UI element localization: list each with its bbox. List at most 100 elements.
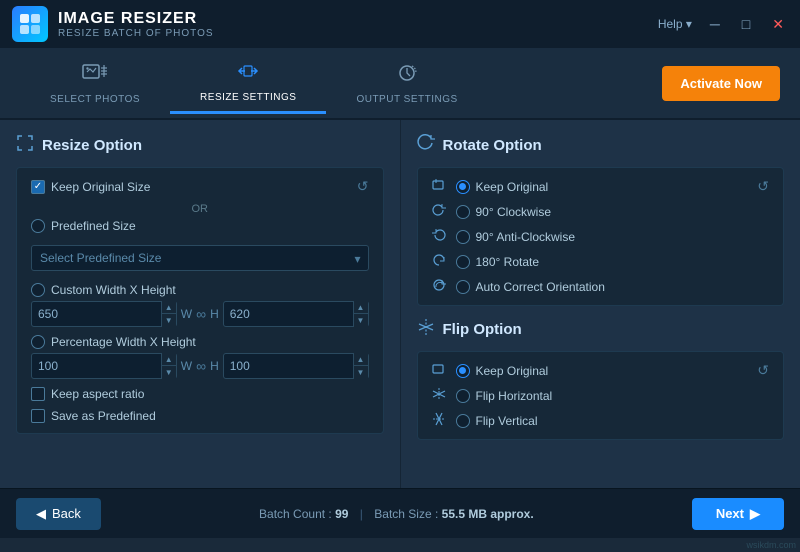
custom-width-input[interactable]	[32, 307, 161, 321]
flip-horizontal-radio[interactable]	[456, 389, 470, 403]
rotate-keep-original-row: Keep Original ↺	[432, 178, 770, 195]
custom-height-down[interactable]: ▼	[354, 314, 368, 327]
app-subtitle: RESIZE BATCH OF PHOTOS	[58, 28, 658, 39]
pct-width-up[interactable]: ▲	[162, 353, 176, 366]
pct-height-up[interactable]: ▲	[354, 353, 368, 366]
pct-width-input[interactable]	[32, 359, 161, 373]
rotate-180-radio[interactable]	[456, 255, 470, 269]
keep-original-size-checkbox[interactable]	[31, 180, 45, 194]
rotate-auto-row: Auto Correct Orientation	[432, 278, 770, 295]
title-bar-controls: Help ▾ ─ □ ✕	[658, 14, 788, 35]
pct-height-input[interactable]	[224, 359, 353, 373]
rotate-keep-original-icon	[432, 178, 450, 195]
rotate-keep-original-radio[interactable]	[456, 180, 470, 194]
next-button[interactable]: Next ▶	[692, 498, 784, 530]
save-predefined-label: Save as Predefined	[51, 409, 156, 423]
tab-output-settings-label: OUTPUT SETTINGS	[356, 94, 457, 105]
back-button[interactable]: ◀ Back	[16, 498, 101, 530]
custom-infinity-symbol: ∞	[196, 306, 206, 322]
custom-width-down[interactable]: ▼	[162, 314, 176, 327]
flip-keep-original-label: Keep Original	[476, 364, 549, 378]
rotate-90acw-radio[interactable]	[456, 230, 470, 244]
percentage-wh-label: Percentage Width X Height	[51, 335, 196, 349]
save-predefined-checkbox[interactable]	[31, 409, 45, 423]
title-bar: IMAGE RESIZER RESIZE BATCH OF PHOTOS Hel…	[0, 0, 800, 48]
rotate-90cw-radio[interactable]	[456, 205, 470, 219]
output-settings-icon	[394, 62, 420, 90]
rotate-auto-radio[interactable]	[456, 280, 470, 294]
rotate-90acw-label: 90° Anti-Clockwise	[476, 230, 576, 244]
rotate-90cw-label: 90° Clockwise	[476, 205, 552, 219]
watermark: wsikdm.com	[746, 540, 796, 550]
predefined-size-row: Predefined Size	[31, 219, 369, 233]
custom-w-label: W	[181, 307, 192, 321]
custom-width-spinners: ▲ ▼	[161, 301, 176, 327]
app-logo	[12, 6, 48, 42]
keep-aspect-ratio-checkbox[interactable]	[31, 387, 45, 401]
nav-bar: SELECT PHOTOS RESIZE SETTINGS OUTPUT SET…	[0, 48, 800, 120]
predefined-size-select-wrapper: Select Predefined Size	[31, 241, 369, 277]
tab-output-settings[interactable]: OUTPUT SETTINGS	[326, 54, 487, 113]
rotate-90acw-icon	[432, 228, 450, 245]
back-arrow-icon: ◀	[36, 506, 46, 522]
flip-horizontal-row: Flip Horizontal	[432, 387, 770, 404]
tab-resize-settings[interactable]: RESIZE SETTINGS	[170, 52, 326, 114]
predefined-size-radio[interactable]	[31, 219, 45, 233]
help-menu[interactable]: Help ▾	[658, 17, 692, 31]
custom-wh-radio[interactable]	[31, 283, 45, 297]
percentage-wh-inputs: ▲ ▼ W ∞ H ▲ ▼	[31, 353, 369, 379]
rotate-180-row: 180° Rotate	[432, 253, 770, 270]
maximize-button[interactable]: □	[738, 14, 754, 34]
custom-width-input-wrap: ▲ ▼	[31, 301, 177, 327]
tab-resize-settings-label: RESIZE SETTINGS	[200, 92, 296, 103]
custom-h-label: H	[210, 307, 219, 321]
predefined-size-select[interactable]: Select Predefined Size	[31, 245, 369, 271]
flip-keep-original-icon	[432, 362, 450, 379]
bottom-bar: ◀ Back Batch Count : 99 | Batch Size : 5…	[0, 488, 800, 538]
resize-option-icon	[16, 134, 34, 157]
predefined-size-label: Predefined Size	[51, 219, 136, 233]
flip-keep-original-radio[interactable]	[456, 364, 470, 378]
flip-horizontal-icon	[432, 387, 450, 404]
resize-settings-icon	[235, 60, 261, 88]
pct-height-down[interactable]: ▼	[354, 366, 368, 379]
pct-width-down[interactable]: ▼	[162, 366, 176, 379]
flip-option-heading: Flip Option	[443, 321, 522, 338]
percentage-wh-radio[interactable]	[31, 335, 45, 349]
resize-reset-icon[interactable]: ↺	[357, 178, 369, 195]
batch-size-value: 55.5 MB approx.	[442, 507, 534, 521]
keep-original-size-label: Keep Original Size	[51, 180, 150, 194]
flip-horizontal-label: Flip Horizontal	[476, 389, 553, 403]
app-title-group: IMAGE RESIZER RESIZE BATCH OF PHOTOS	[58, 10, 658, 39]
custom-height-up[interactable]: ▲	[354, 301, 368, 314]
activate-now-button[interactable]: Activate Now	[662, 66, 780, 101]
custom-width-up[interactable]: ▲	[162, 301, 176, 314]
main-content: Resize Option Keep Original Size ↺ OR Pr…	[0, 120, 800, 488]
custom-height-input[interactable]	[224, 307, 353, 321]
save-predefined-row: Save as Predefined	[31, 409, 369, 423]
pct-height-input-wrap: ▲ ▼	[223, 353, 369, 379]
close-button[interactable]: ✕	[768, 14, 788, 35]
custom-wh-row: Custom Width X Height	[31, 283, 369, 297]
rotate-option-icon	[417, 134, 435, 157]
rotate-reset-icon[interactable]: ↺	[757, 178, 769, 195]
batch-size-label: Batch Size :	[374, 507, 438, 521]
rotate-auto-icon	[432, 278, 450, 295]
custom-height-spinners: ▲ ▼	[353, 301, 368, 327]
pct-height-spinners: ▲ ▼	[353, 353, 368, 379]
rotate-option-heading: Rotate Option	[443, 137, 542, 154]
flip-vertical-radio[interactable]	[456, 414, 470, 428]
flip-reset-icon[interactable]: ↺	[757, 362, 769, 379]
rotate-auto-label: Auto Correct Orientation	[476, 280, 605, 294]
custom-wh-label: Custom Width X Height	[51, 283, 176, 297]
tab-select-photos[interactable]: SELECT PHOTOS	[20, 54, 170, 113]
batch-count-label: Batch Count :	[259, 507, 332, 521]
resize-option-title: Resize Option	[16, 134, 384, 157]
rotate-180-icon	[432, 253, 450, 270]
pct-w-label: W	[181, 359, 192, 373]
flip-vertical-icon	[432, 412, 450, 429]
tab-select-photos-label: SELECT PHOTOS	[50, 94, 140, 105]
rotate-keep-original-label: Keep Original	[476, 180, 549, 194]
minimize-button[interactable]: ─	[706, 14, 724, 34]
percentage-wh-row: Percentage Width X Height	[31, 335, 369, 349]
